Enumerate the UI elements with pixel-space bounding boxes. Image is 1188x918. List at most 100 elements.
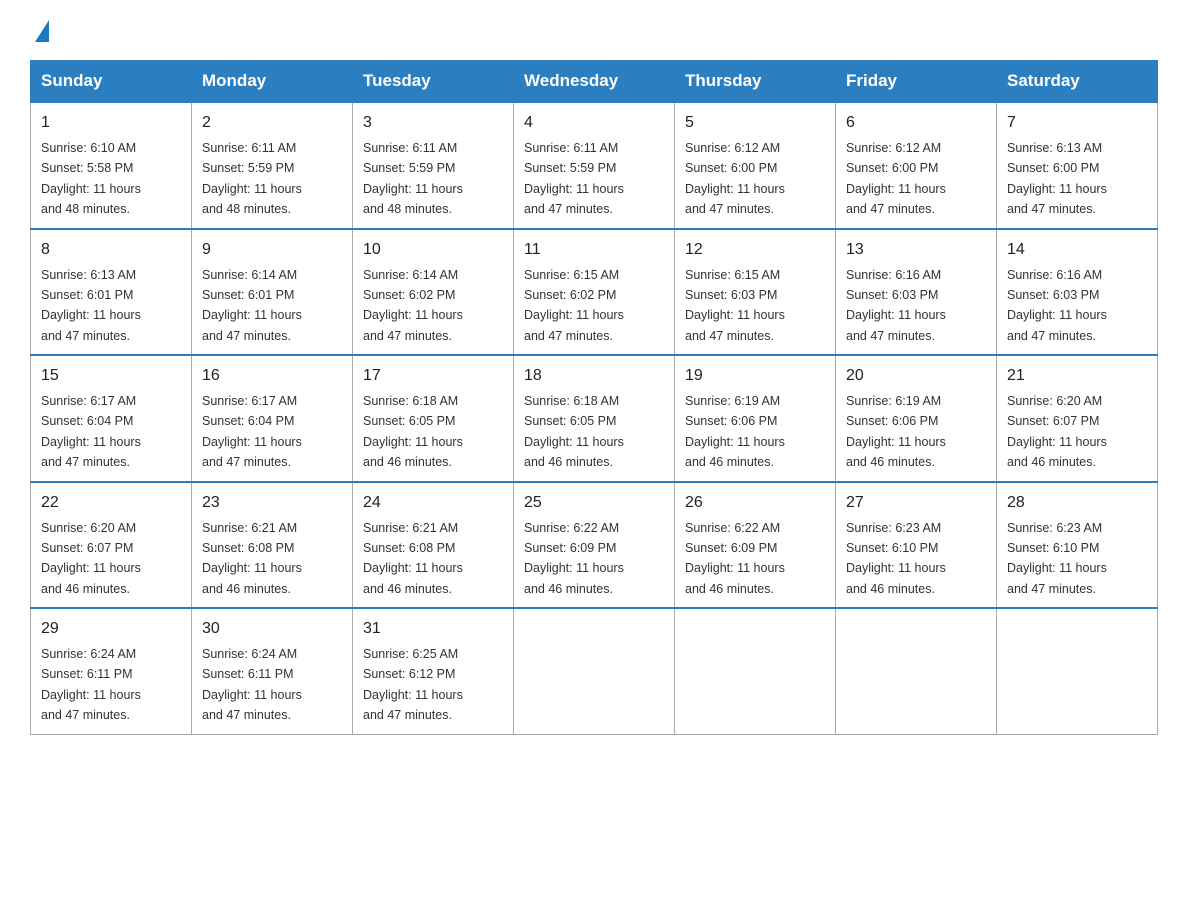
day-info: Sunrise: 6:11 AMSunset: 5:59 PMDaylight:… [202,141,302,216]
day-number: 28 [1007,491,1147,515]
calendar-day-cell: 10 Sunrise: 6:14 AMSunset: 6:02 PMDaylig… [353,229,514,356]
day-of-week-header: Monday [192,61,353,103]
calendar-day-cell: 11 Sunrise: 6:15 AMSunset: 6:02 PMDaylig… [514,229,675,356]
calendar-week-row: 1 Sunrise: 6:10 AMSunset: 5:58 PMDayligh… [31,102,1158,229]
calendar-day-cell: 3 Sunrise: 6:11 AMSunset: 5:59 PMDayligh… [353,102,514,229]
day-number: 22 [41,491,181,515]
day-info: Sunrise: 6:14 AMSunset: 6:01 PMDaylight:… [202,268,302,343]
calendar-day-cell: 7 Sunrise: 6:13 AMSunset: 6:00 PMDayligh… [997,102,1158,229]
day-info: Sunrise: 6:15 AMSunset: 6:02 PMDaylight:… [524,268,624,343]
day-number: 8 [41,238,181,262]
day-info: Sunrise: 6:15 AMSunset: 6:03 PMDaylight:… [685,268,785,343]
day-info: Sunrise: 6:12 AMSunset: 6:00 PMDaylight:… [685,141,785,216]
day-number: 13 [846,238,986,262]
calendar-day-cell: 6 Sunrise: 6:12 AMSunset: 6:00 PMDayligh… [836,102,997,229]
calendar-day-cell: 17 Sunrise: 6:18 AMSunset: 6:05 PMDaylig… [353,355,514,482]
day-info: Sunrise: 6:23 AMSunset: 6:10 PMDaylight:… [1007,521,1107,596]
day-info: Sunrise: 6:22 AMSunset: 6:09 PMDaylight:… [685,521,785,596]
calendar-day-cell: 16 Sunrise: 6:17 AMSunset: 6:04 PMDaylig… [192,355,353,482]
day-info: Sunrise: 6:17 AMSunset: 6:04 PMDaylight:… [202,394,302,469]
calendar-day-cell: 5 Sunrise: 6:12 AMSunset: 6:00 PMDayligh… [675,102,836,229]
day-of-week-header: Thursday [675,61,836,103]
calendar-day-cell: 18 Sunrise: 6:18 AMSunset: 6:05 PMDaylig… [514,355,675,482]
logo [30,20,49,42]
day-info: Sunrise: 6:11 AMSunset: 5:59 PMDaylight:… [363,141,463,216]
day-number: 1 [41,111,181,135]
day-info: Sunrise: 6:21 AMSunset: 6:08 PMDaylight:… [363,521,463,596]
calendar-day-cell: 9 Sunrise: 6:14 AMSunset: 6:01 PMDayligh… [192,229,353,356]
day-number: 16 [202,364,342,388]
day-number: 20 [846,364,986,388]
day-number: 18 [524,364,664,388]
day-info: Sunrise: 6:19 AMSunset: 6:06 PMDaylight:… [685,394,785,469]
day-number: 7 [1007,111,1147,135]
calendar-day-cell: 31 Sunrise: 6:25 AMSunset: 6:12 PMDaylig… [353,608,514,734]
day-info: Sunrise: 6:12 AMSunset: 6:00 PMDaylight:… [846,141,946,216]
day-info: Sunrise: 6:20 AMSunset: 6:07 PMDaylight:… [41,521,141,596]
calendar-day-cell: 24 Sunrise: 6:21 AMSunset: 6:08 PMDaylig… [353,482,514,609]
day-number: 3 [363,111,503,135]
day-number: 15 [41,364,181,388]
day-number: 10 [363,238,503,262]
day-number: 19 [685,364,825,388]
calendar-week-row: 22 Sunrise: 6:20 AMSunset: 6:07 PMDaylig… [31,482,1158,609]
calendar-day-cell: 29 Sunrise: 6:24 AMSunset: 6:11 PMDaylig… [31,608,192,734]
calendar-day-cell [997,608,1158,734]
day-number: 27 [846,491,986,515]
calendar-day-cell: 20 Sunrise: 6:19 AMSunset: 6:06 PMDaylig… [836,355,997,482]
calendar-day-cell: 1 Sunrise: 6:10 AMSunset: 5:58 PMDayligh… [31,102,192,229]
logo-triangle-icon [35,20,49,42]
day-number: 2 [202,111,342,135]
day-number: 6 [846,111,986,135]
day-info: Sunrise: 6:24 AMSunset: 6:11 PMDaylight:… [41,647,141,722]
calendar-week-row: 29 Sunrise: 6:24 AMSunset: 6:11 PMDaylig… [31,608,1158,734]
calendar-day-cell: 25 Sunrise: 6:22 AMSunset: 6:09 PMDaylig… [514,482,675,609]
day-info: Sunrise: 6:20 AMSunset: 6:07 PMDaylight:… [1007,394,1107,469]
calendar-day-cell: 23 Sunrise: 6:21 AMSunset: 6:08 PMDaylig… [192,482,353,609]
day-info: Sunrise: 6:24 AMSunset: 6:11 PMDaylight:… [202,647,302,722]
day-number: 23 [202,491,342,515]
day-info: Sunrise: 6:25 AMSunset: 6:12 PMDaylight:… [363,647,463,722]
day-info: Sunrise: 6:21 AMSunset: 6:08 PMDaylight:… [202,521,302,596]
day-of-week-header: Wednesday [514,61,675,103]
day-number: 4 [524,111,664,135]
calendar-day-cell: 15 Sunrise: 6:17 AMSunset: 6:04 PMDaylig… [31,355,192,482]
day-number: 26 [685,491,825,515]
calendar-day-cell: 28 Sunrise: 6:23 AMSunset: 6:10 PMDaylig… [997,482,1158,609]
day-info: Sunrise: 6:11 AMSunset: 5:59 PMDaylight:… [524,141,624,216]
calendar-week-row: 8 Sunrise: 6:13 AMSunset: 6:01 PMDayligh… [31,229,1158,356]
day-info: Sunrise: 6:13 AMSunset: 6:01 PMDaylight:… [41,268,141,343]
day-info: Sunrise: 6:18 AMSunset: 6:05 PMDaylight:… [363,394,463,469]
calendar-day-cell: 19 Sunrise: 6:19 AMSunset: 6:06 PMDaylig… [675,355,836,482]
day-info: Sunrise: 6:19 AMSunset: 6:06 PMDaylight:… [846,394,946,469]
calendar-day-cell: 12 Sunrise: 6:15 AMSunset: 6:03 PMDaylig… [675,229,836,356]
calendar-day-cell: 2 Sunrise: 6:11 AMSunset: 5:59 PMDayligh… [192,102,353,229]
calendar-week-row: 15 Sunrise: 6:17 AMSunset: 6:04 PMDaylig… [31,355,1158,482]
page-header [30,20,1158,42]
day-info: Sunrise: 6:10 AMSunset: 5:58 PMDaylight:… [41,141,141,216]
calendar-day-cell: 22 Sunrise: 6:20 AMSunset: 6:07 PMDaylig… [31,482,192,609]
day-info: Sunrise: 6:23 AMSunset: 6:10 PMDaylight:… [846,521,946,596]
day-info: Sunrise: 6:17 AMSunset: 6:04 PMDaylight:… [41,394,141,469]
calendar-day-cell: 30 Sunrise: 6:24 AMSunset: 6:11 PMDaylig… [192,608,353,734]
calendar-day-cell: 13 Sunrise: 6:16 AMSunset: 6:03 PMDaylig… [836,229,997,356]
day-of-week-header: Saturday [997,61,1158,103]
day-info: Sunrise: 6:13 AMSunset: 6:00 PMDaylight:… [1007,141,1107,216]
day-number: 24 [363,491,503,515]
calendar-day-cell: 8 Sunrise: 6:13 AMSunset: 6:01 PMDayligh… [31,229,192,356]
calendar-day-cell [836,608,997,734]
calendar-day-cell [514,608,675,734]
day-info: Sunrise: 6:16 AMSunset: 6:03 PMDaylight:… [1007,268,1107,343]
day-number: 12 [685,238,825,262]
day-number: 11 [524,238,664,262]
day-number: 9 [202,238,342,262]
day-info: Sunrise: 6:22 AMSunset: 6:09 PMDaylight:… [524,521,624,596]
day-of-week-header: Tuesday [353,61,514,103]
day-of-week-header: Sunday [31,61,192,103]
day-number: 25 [524,491,664,515]
day-of-week-header: Friday [836,61,997,103]
calendar-header-row: SundayMondayTuesdayWednesdayThursdayFrid… [31,61,1158,103]
calendar-day-cell [675,608,836,734]
calendar-day-cell: 27 Sunrise: 6:23 AMSunset: 6:10 PMDaylig… [836,482,997,609]
calendar-day-cell: 21 Sunrise: 6:20 AMSunset: 6:07 PMDaylig… [997,355,1158,482]
